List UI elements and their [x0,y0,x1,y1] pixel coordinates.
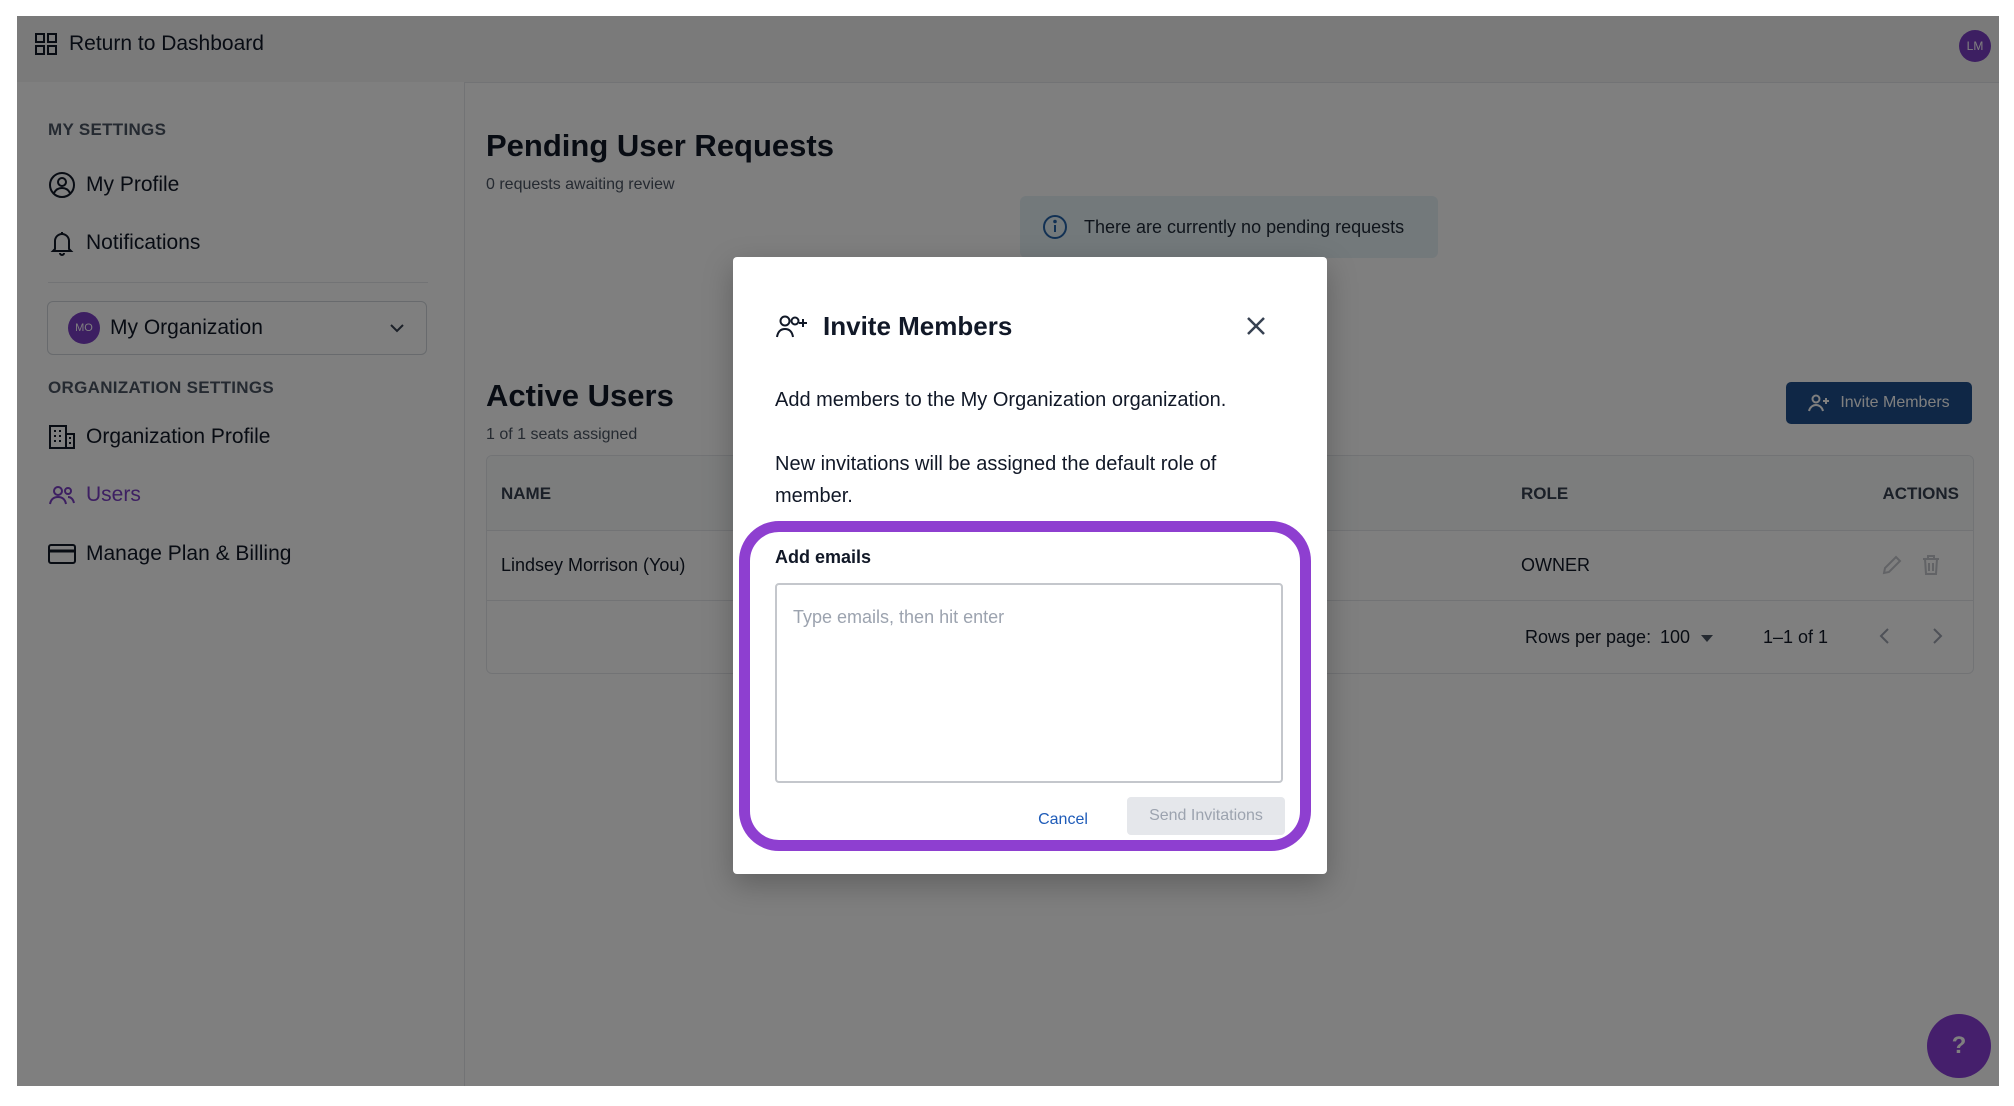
dialog-description: Add members to the My Organization organ… [775,389,1227,411]
invite-members-dialog: Invite Members Add members to the My Org… [733,257,1327,874]
dialog-title: Invite Members [775,311,1012,342]
add-emails-label: Add emails [775,547,872,567]
cancel-button[interactable]: Cancel [1013,801,1113,839]
dialog-role-note: New invitations will be assigned the def… [775,453,1217,507]
emails-input[interactable] [775,583,1283,783]
close-icon[interactable] [1241,311,1271,341]
user-plus-icon [775,313,809,341]
app-window: Return to Dashboard LM MY SETTINGS My Pr… [17,16,1999,1086]
send-invitations-button[interactable]: Send Invitations [1127,797,1285,835]
dialog-title-text: Invite Members [823,311,1013,341]
